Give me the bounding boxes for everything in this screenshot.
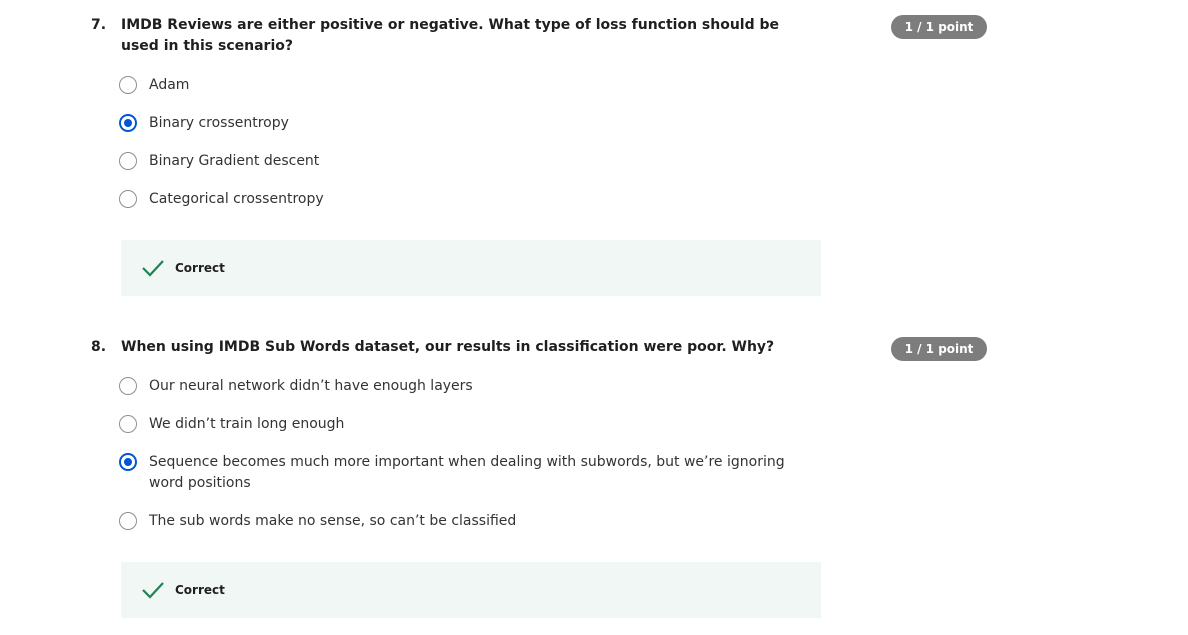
checkmark-icon: [142, 260, 164, 277]
question-prompt: When using IMDB Sub Words dataset, our r…: [121, 339, 775, 355]
question-number: 7.: [91, 17, 107, 33]
points-badge: 1 / 1 point: [891, 15, 987, 39]
option-label: Sequence becomes much more important whe…: [149, 454, 785, 491]
option-binary-gradient-descent[interactable]: Binary Gradient descent: [119, 151, 819, 172]
option-not-trained-long-enough[interactable]: We didn’t train long enough: [119, 414, 819, 435]
option-label: Our neural network didn’t have enough la…: [149, 378, 473, 394]
feedback-label: Correct: [175, 261, 225, 275]
radio-unselected-icon[interactable]: [119, 415, 137, 433]
radio-unselected-icon[interactable]: [119, 190, 137, 208]
option-label: We didn’t train long enough: [149, 416, 345, 432]
option-label: Categorical crossentropy: [149, 191, 324, 207]
option-label: Binary Gradient descent: [149, 153, 320, 169]
radio-unselected-icon[interactable]: [119, 76, 137, 94]
option-binary-crossentropy[interactable]: Binary crossentropy: [119, 113, 819, 134]
option-adam[interactable]: Adam: [119, 75, 819, 96]
radio-unselected-icon[interactable]: [119, 152, 137, 170]
option-subwords-no-sense[interactable]: The sub words make no sense, so can’t be…: [119, 511, 819, 532]
radio-unselected-icon[interactable]: [119, 377, 137, 395]
option-label: The sub words make no sense, so can’t be…: [149, 513, 517, 529]
question-prompt: IMDB Reviews are either positive or nega…: [121, 17, 780, 54]
feedback-label: Correct: [175, 583, 225, 597]
feedback-box: Correct: [121, 562, 821, 618]
checkmark-icon: [142, 582, 164, 599]
radio-unselected-icon[interactable]: [119, 512, 137, 530]
question-number: 8.: [91, 339, 107, 355]
option-not-enough-layers[interactable]: Our neural network didn’t have enough la…: [119, 376, 819, 397]
radio-selected-icon[interactable]: [119, 453, 137, 471]
option-categorical-crossentropy[interactable]: Categorical crossentropy: [119, 189, 819, 210]
points-badge: 1 / 1 point: [891, 337, 987, 361]
option-label: Binary crossentropy: [149, 115, 289, 131]
radio-selected-icon[interactable]: [119, 114, 137, 132]
option-label: Adam: [149, 77, 190, 93]
option-sequence-important[interactable]: Sequence becomes much more important whe…: [119, 452, 819, 494]
feedback-box: Correct: [121, 240, 821, 296]
